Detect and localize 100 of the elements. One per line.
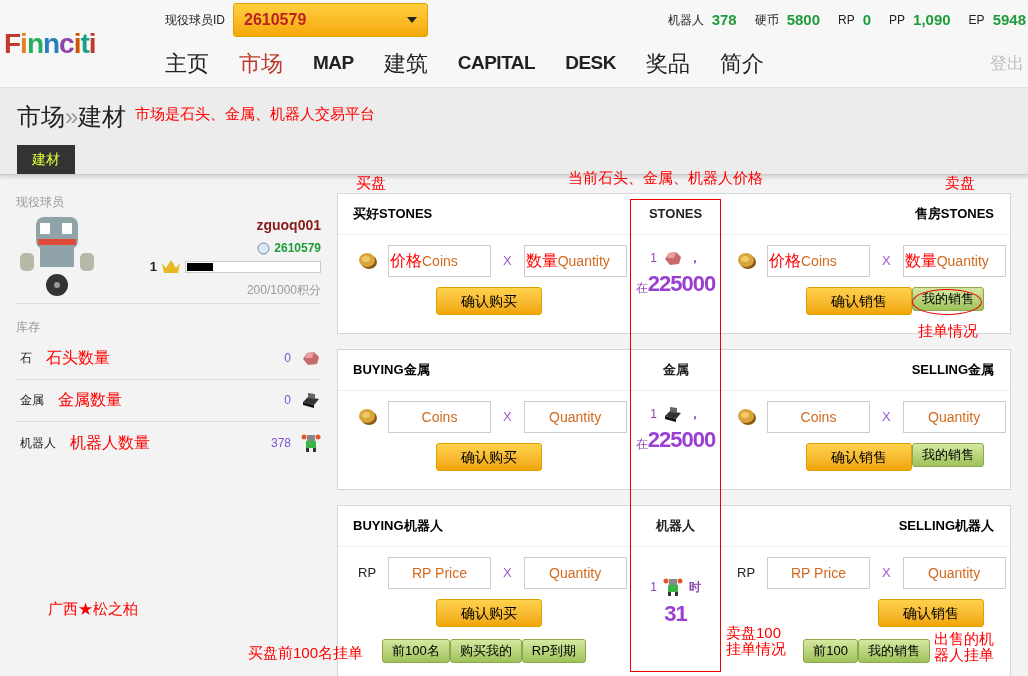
currency-label: RP [358, 564, 378, 583]
annotation-note: 价格 [390, 251, 422, 271]
rate-quantity: 1 [650, 406, 657, 423]
annotation-note: 机器人数量 [70, 432, 150, 453]
text-field[interactable]: Coins [422, 246, 490, 276]
inventory-count: 0 [284, 392, 291, 409]
nav-link[interactable]: 建筑 [383, 46, 428, 80]
item-title: 机器人 [656, 517, 695, 536]
listing-button[interactable]: 购买我的 [449, 639, 522, 663]
confirm-button[interactable]: 确认销售 [878, 599, 984, 627]
logo[interactable]: Finnciti [4, 22, 96, 65]
points-text: 200/1000积分 [246, 281, 321, 299]
text-field[interactable]: Coins [767, 401, 870, 433]
market-title: BUYING机器人 [353, 517, 443, 536]
tab[interactable]: 建材 [17, 145, 75, 174]
rate-suffix: ， [688, 406, 701, 423]
text-field[interactable]: Coins [388, 401, 491, 433]
confirm-button[interactable]: 确认购买 [436, 599, 542, 627]
annotation-note: 买盘前100名挂单 [248, 645, 364, 661]
listing-button[interactable]: 我的销售 [858, 639, 930, 663]
annotation-note: 金属数量 [58, 390, 122, 410]
input-box[interactable]: 数量Quantity [523, 245, 627, 277]
annotation-note: 数量 [904, 251, 937, 271]
nav-link[interactable]: 简介 [719, 46, 764, 80]
rate-quantity: 1 [650, 250, 657, 267]
price-value: 225000 [647, 426, 716, 454]
metal-ingot-icon [301, 391, 321, 409]
text-field[interactable]: Quantity [902, 557, 1006, 589]
text-field[interactable]: Quantity [902, 401, 1006, 433]
market-title: 买好STONES [353, 205, 433, 224]
times-sign: X [502, 408, 513, 427]
inventory-name: 金属 [20, 392, 44, 409]
nav-link[interactable]: 市场 [239, 46, 283, 80]
stat-label: 硬币 [754, 11, 779, 29]
rate-quantity: 1 [650, 579, 657, 596]
annotation-note: 数量 [525, 251, 558, 271]
rate-suffix: 时 [688, 579, 701, 596]
inventory-name: 石 [20, 350, 32, 367]
listing-button[interactable]: RP到期 [521, 639, 586, 663]
nav-link[interactable]: CAPITAL [457, 49, 536, 78]
times-sign: X [502, 564, 513, 583]
times-sign: X [502, 252, 513, 271]
text-field[interactable]: Quantity [523, 401, 627, 433]
coin-icon [358, 251, 378, 271]
annotation-note: 卖盘100 挂单情况 [726, 625, 786, 657]
annotation-note: 出售的机 器人挂单 [934, 631, 994, 663]
text-field[interactable]: Coins [801, 246, 869, 276]
text-field[interactable]: Quantity [936, 246, 1005, 276]
globe-icon [257, 241, 271, 255]
text-field[interactable]: Quantity [557, 246, 626, 276]
confirm-button[interactable]: 确认销售 [806, 287, 912, 315]
confirm-button[interactable]: 确认购买 [436, 287, 542, 315]
annotation-note: 石头数量 [46, 348, 110, 368]
confirm-button[interactable]: 确认销售 [806, 443, 912, 471]
rank-number: 1 [149, 258, 157, 276]
input-box[interactable]: 数量Quantity [902, 245, 1006, 277]
stat-label: 机器人 [667, 11, 704, 29]
nav-link[interactable]: MAP [313, 49, 354, 78]
market-title: 售房STONES [914, 205, 994, 224]
listing-button[interactable]: 我的销售 [912, 287, 984, 311]
page-title: 市场»建材 [17, 101, 127, 132]
stone-icon [301, 349, 321, 367]
stat-label: EP [968, 11, 985, 29]
listing-button[interactable]: 前100名 [382, 639, 450, 663]
annotation-note: 挂单情况 [918, 323, 978, 339]
metal-ingot-icon [662, 405, 683, 423]
annotation-note: 广西★松之柏 [48, 601, 138, 617]
input-box[interactable]: 价格Coins [767, 245, 870, 277]
inventory-count: 0 [284, 350, 291, 367]
times-sign: X [881, 408, 892, 427]
annotation-note: 买盘 [356, 175, 386, 191]
text-field[interactable]: RP Price [388, 557, 491, 589]
annotation-note: 卖盘 [945, 175, 975, 191]
text-field[interactable]: Quantity [523, 557, 627, 589]
market-title: BUYING金属 [353, 361, 430, 380]
section-label: 现役球员 [16, 194, 65, 211]
annotation-note: 当前石头、金属、机器人价格 [568, 170, 763, 186]
player-id-dropdown[interactable]: 2610579 [233, 2, 428, 37]
confirm-button[interactable]: 确认购买 [436, 443, 542, 471]
nav-link[interactable]: DESK [565, 49, 616, 78]
text-field[interactable]: RP Price [767, 557, 870, 589]
annotation-note: 市场是石头、金属、机器人交易平台 [135, 106, 375, 122]
listing-button[interactable]: 前100 [803, 639, 858, 663]
coin-icon [358, 407, 378, 427]
nav-link[interactable]: 奖品 [645, 46, 690, 80]
stone-icon [662, 249, 683, 267]
input-box[interactable]: 价格Coins [388, 245, 491, 277]
robot-icon [301, 432, 321, 453]
listing-button[interactable]: 我的销售 [912, 443, 984, 467]
stat-value: 5800 [786, 9, 821, 30]
user-id: 2610579 [274, 240, 321, 257]
stat-label: PP [889, 11, 906, 29]
stat-value: 0 [862, 9, 872, 30]
price-value: 225000 [647, 270, 716, 298]
nav-link[interactable]: 主页 [165, 46, 209, 80]
robot-icon [662, 577, 683, 597]
stat-value: 378 [711, 9, 737, 30]
rate-prefix: 在 [635, 437, 648, 453]
item-title: 金属 [662, 361, 689, 380]
crown-icon [161, 259, 181, 275]
